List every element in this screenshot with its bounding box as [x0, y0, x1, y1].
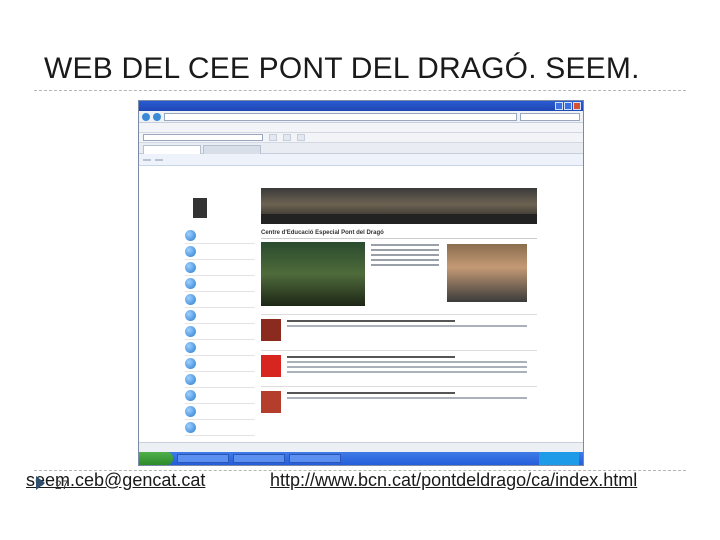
sidebar-item — [185, 388, 255, 404]
start-button — [139, 452, 173, 465]
browser-tab — [143, 145, 201, 154]
website-link[interactable]: http://www.bcn.cat/pontdeldrago/ca/index… — [270, 470, 637, 491]
window-controls — [555, 102, 581, 110]
site-logo-icon — [193, 198, 207, 218]
news-item — [261, 386, 537, 420]
search-toolbar — [139, 133, 583, 143]
sidebar-icon — [185, 246, 196, 257]
sidebar-item — [185, 404, 255, 420]
site-heading: Centre d'Educació Especial Pont del Drag… — [261, 230, 537, 239]
sidebar-item — [185, 324, 255, 340]
sidebar-item — [185, 292, 255, 308]
sidebar-icon — [185, 326, 196, 337]
sidebar-item — [185, 244, 255, 260]
sidebar-item — [185, 340, 255, 356]
news-photo — [447, 244, 527, 302]
sidebar-icon — [185, 374, 196, 385]
browser-screenshot: Centre d'Educació Especial Pont del Drag… — [138, 100, 584, 466]
toolbar-chip — [269, 134, 277, 141]
sidebar-item — [185, 276, 255, 292]
sidebar-item — [185, 228, 255, 244]
translate-bar-button — [155, 158, 163, 161]
sidebar-icon — [185, 262, 196, 273]
news-thumbnail — [261, 355, 281, 377]
slide-title: WEB DEL CEE PONT DEL DRAGÓ. SEEM. — [44, 52, 640, 85]
browser-statusbar — [139, 442, 583, 452]
search-box — [520, 112, 580, 121]
site-logo — [193, 196, 253, 226]
hero-banner — [261, 188, 537, 224]
sidebar-icon — [185, 278, 196, 289]
window-close-icon — [573, 102, 581, 110]
site-sidebar — [185, 228, 255, 436]
sidebar-icon — [185, 406, 196, 417]
news-item — [261, 350, 537, 384]
slide-number: 27 — [55, 478, 69, 492]
news-thumbnail — [261, 319, 281, 341]
nav-orb-icon — [153, 112, 161, 121]
window-titlebar — [139, 101, 583, 111]
toolbar-search-field — [143, 134, 263, 141]
translate-bar — [139, 154, 583, 166]
menu-bar — [139, 123, 583, 133]
sidebar-item — [185, 260, 255, 276]
system-tray — [539, 452, 579, 465]
news-item — [261, 314, 537, 348]
sidebar-icon — [185, 390, 196, 401]
sidebar-icon — [185, 342, 196, 353]
sidebar-icon — [185, 230, 196, 241]
sidebar-icon — [185, 358, 196, 369]
title-divider — [34, 90, 686, 91]
play-bullet-icon — [36, 476, 45, 490]
nav-orb-icon — [142, 112, 150, 121]
address-bar — [164, 112, 517, 121]
sidebar-icon — [185, 422, 196, 433]
sidebar-item — [185, 356, 255, 372]
sidebar-item — [185, 372, 255, 388]
window-minimize-icon — [555, 102, 563, 110]
web-page: Centre d'Educació Especial Pont del Drag… — [139, 168, 583, 442]
browser-tab — [203, 145, 261, 154]
contact-email-link[interactable]: seem.ceb@gencat.cat — [26, 470, 205, 491]
news-thumbnail — [261, 391, 281, 413]
address-row — [139, 111, 583, 123]
toolbar-chip — [283, 134, 291, 141]
sidebar-icon — [185, 310, 196, 321]
sidebar-icon — [185, 294, 196, 305]
translate-bar-button — [143, 158, 151, 161]
taskbar-item — [233, 454, 285, 463]
browser-tabs — [139, 143, 583, 154]
intro-text — [371, 244, 439, 269]
sidebar-item — [185, 420, 255, 436]
sidebar-item — [185, 308, 255, 324]
video-thumbnail — [261, 242, 365, 306]
toolbar-chip — [297, 134, 305, 141]
main-content: Centre d'Educació Especial Pont del Drag… — [261, 230, 537, 413]
os-taskbar — [139, 452, 583, 465]
window-maximize-icon — [564, 102, 572, 110]
taskbar-item — [289, 454, 341, 463]
footer-divider — [34, 470, 686, 471]
taskbar-item — [177, 454, 229, 463]
